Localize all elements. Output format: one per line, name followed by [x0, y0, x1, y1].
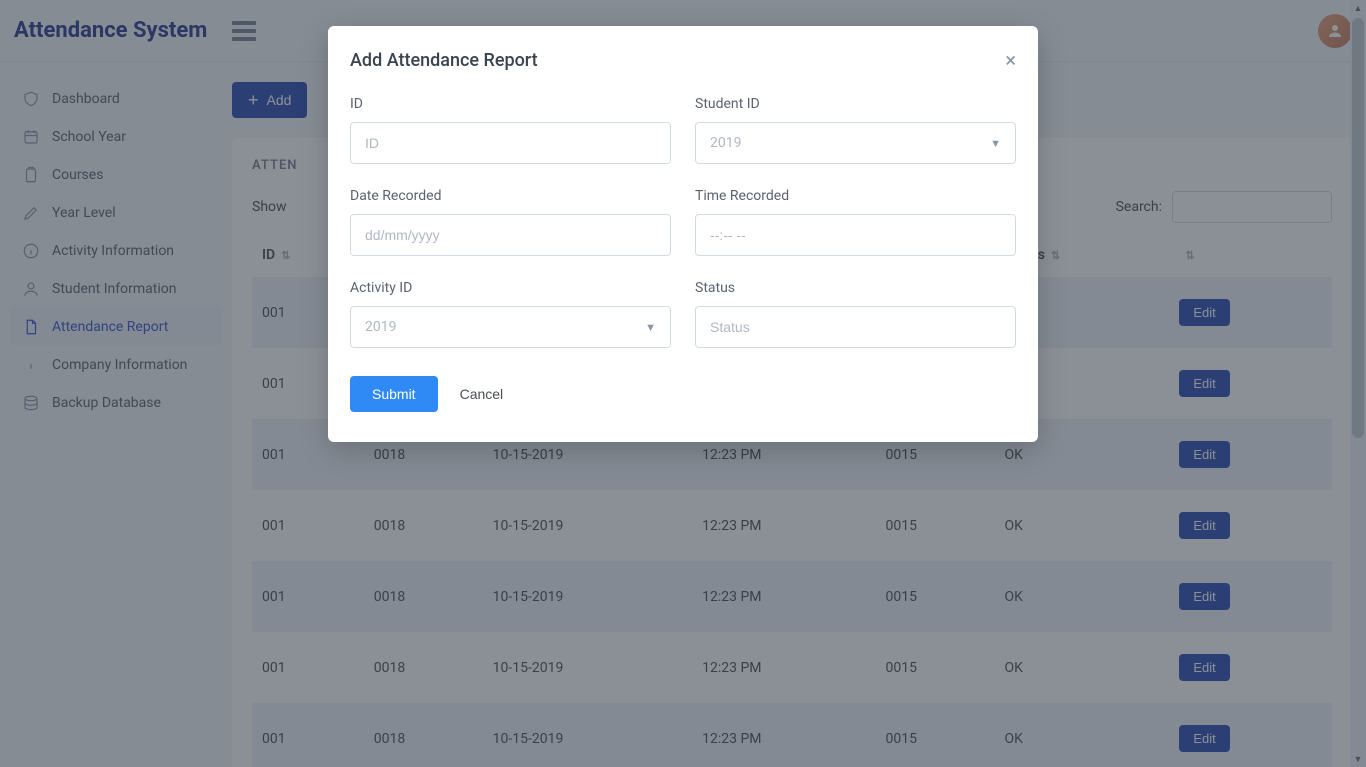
submit-button[interactable]: Submit [350, 376, 438, 412]
add-attendance-modal: Add Attendance Report × ID Student ID 20… [328, 26, 1038, 442]
id-input[interactable] [350, 122, 671, 164]
time-recorded-input[interactable] [695, 214, 1016, 256]
activity-id-select[interactable]: 2019 ▼ [350, 306, 671, 348]
date-recorded-input[interactable] [350, 214, 671, 256]
activity-id-value: 2019 [365, 319, 396, 335]
id-label: ID [350, 96, 671, 112]
close-icon[interactable]: × [1005, 48, 1016, 72]
activity-id-label: Activity ID [350, 280, 671, 296]
student-id-label: Student ID [695, 96, 1016, 112]
cancel-button[interactable]: Cancel [460, 386, 504, 402]
status-label: Status [695, 280, 1016, 296]
status-input[interactable] [695, 306, 1016, 348]
student-id-select[interactable]: 2019 ▼ [695, 122, 1016, 164]
chevron-down-icon: ▼ [645, 321, 656, 334]
chevron-down-icon: ▼ [990, 137, 1001, 150]
student-id-value: 2019 [710, 135, 741, 151]
modal-title: Add Attendance Report [350, 50, 538, 71]
modal-overlay[interactable]: Add Attendance Report × ID Student ID 20… [0, 0, 1366, 767]
date-recorded-label: Date Recorded [350, 188, 671, 204]
time-recorded-label: Time Recorded [695, 188, 1016, 204]
